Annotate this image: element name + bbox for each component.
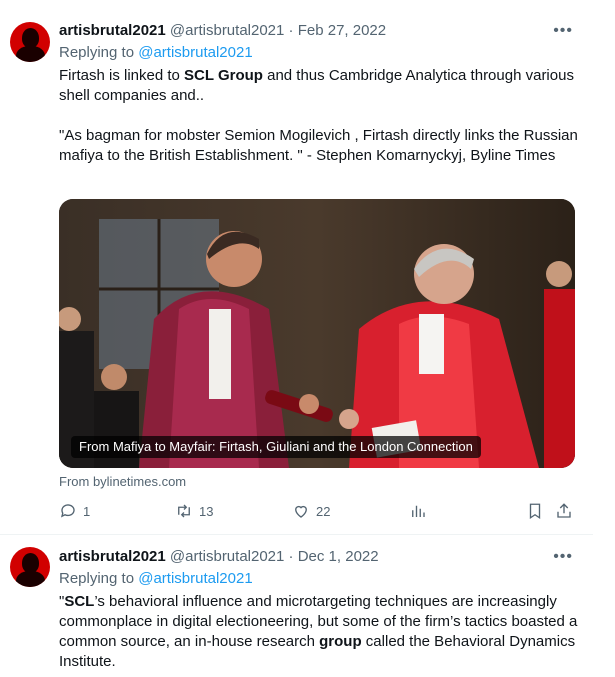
tweet-date[interactable]: · Dec 1, 2022 [289,548,379,565]
bookmark-icon [529,503,541,520]
media-caption: From Mafiya to Mayfair: Firtash, Giulian… [71,436,481,458]
views-button[interactable] [409,502,427,520]
like-button[interactable]: 22 [292,502,330,520]
text-bold: SCL [64,593,95,610]
replying-to-link[interactable]: @artisbrutal2021 [138,44,252,61]
reply-button[interactable]: 1 [59,502,90,520]
replying-label: Replying to [59,570,135,587]
author-name[interactable]: artisbrutal2021 [59,548,166,565]
tweet-text: "SCL’s behavioral influence and microtar… [59,592,579,672]
tweet[interactable]: artisbrutal2021 @artisbrutal2021 · Dec 1… [0,535,593,677]
author-handle[interactable]: @artisbrutal2021 [170,22,284,39]
tweet-header: artisbrutal2021 @artisbrutal2021 · Dec 1… [59,547,379,567]
media-card[interactable]: From Mafiya to Mayfair: Firtash, Giulian… [59,199,575,468]
heart-icon [295,505,307,518]
more-dots-icon[interactable]: ••• [553,22,573,40]
action-bar: 1 13 22 [59,500,579,524]
tweet-text-quote: "As bagman for mobster Semion Mogilevich… [59,127,583,164]
author-name[interactable]: artisbrutal2021 [59,22,166,39]
author-handle[interactable]: @artisbrutal2021 [170,548,284,565]
retweet-count: 13 [199,503,214,519]
retweet-icon [178,504,190,518]
media-photo [59,199,575,468]
replying-to: Replying to @artisbrutal2021 [59,43,253,63]
share-icon [557,503,571,518]
tweet-header: artisbrutal2021 @artisbrutal2021 · Feb 2… [59,21,386,41]
tweet-date[interactable]: · Feb 27, 2022 [289,22,387,39]
text-bold: group [319,633,362,650]
text-bold: SCL Group [184,67,263,84]
share-button[interactable] [555,502,573,520]
analytics-icon [412,505,425,517]
replying-label: Replying to [59,44,135,61]
link-source[interactable]: From bylinetimes.com [59,474,186,489]
text-fragment: Firtash is linked to [59,67,185,84]
reply-icon [60,504,75,518]
reply-count: 1 [83,503,91,519]
bookmark-button[interactable] [526,502,544,520]
replying-to-link[interactable]: @artisbrutal2021 [138,570,252,587]
avatar[interactable] [10,547,50,587]
avatar[interactable] [10,22,50,62]
tweet-text: Firtash is linked to SCL Group and thus … [59,66,579,106]
tweet[interactable]: artisbrutal2021 @artisbrutal2021 · Feb 2… [0,0,593,535]
replying-to: Replying to @artisbrutal2021 [59,569,253,589]
retweet-button[interactable]: 13 [175,502,213,520]
like-count: 22 [316,503,331,519]
more-dots-icon[interactable]: ••• [553,548,573,566]
